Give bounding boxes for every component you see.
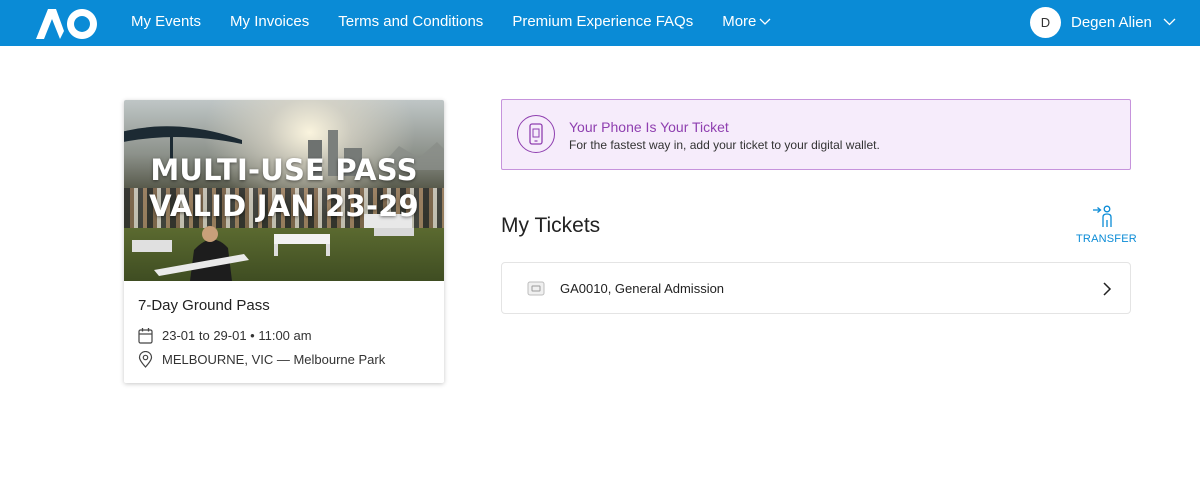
chevron-right-icon	[1103, 282, 1112, 296]
event-image-text: MULTI-USE PASS VALID JAN 23-29	[124, 152, 444, 224]
user-menu[interactable]: D Degen Alien	[1030, 6, 1176, 38]
chevron-down-icon	[1163, 18, 1176, 26]
image-text-line: MULTI-USE PASS	[150, 153, 418, 187]
notice-title: Your Phone Is Your Ticket	[569, 119, 729, 135]
phone-ticket-icon	[517, 115, 555, 153]
nav-my-events[interactable]: My Events	[131, 13, 201, 30]
event-image: MULTI-USE PASS VALID JAN 23-29	[124, 100, 444, 281]
ao-logo[interactable]: AO	[34, 7, 100, 39]
nav-more-dropdown[interactable]: More	[722, 13, 771, 30]
my-tickets-heading: My Tickets	[501, 214, 601, 237]
location-pin-icon	[138, 351, 153, 368]
phone-ticket-notice: Your Phone Is Your Ticket For the fastes…	[501, 99, 1131, 170]
nav-terms-and-conditions[interactable]: Terms and Conditions	[338, 13, 483, 30]
event-location: MELBOURNE, VIC — Melbourne Park	[162, 352, 386, 367]
notice-text: For the fastest way in, add your ticket …	[569, 138, 880, 152]
transfer-icon	[1093, 205, 1112, 227]
image-text-line: VALID JAN 23-29	[149, 189, 419, 223]
event-location-row: MELBOURNE, VIC — Melbourne Park	[138, 351, 385, 368]
event-card[interactable]: MULTI-USE PASS VALID JAN 23-29 7-Day Gro…	[124, 100, 444, 383]
ticket-row[interactable]: GA0010, General Admission	[501, 262, 1131, 314]
transfer-button[interactable]: TRANSFER	[1074, 205, 1137, 247]
top-navigation-bar: AO My Events My Invoices Terms and Condi…	[0, 0, 1200, 46]
event-date: 23-01 to 29-01 • 11:00 am	[162, 328, 312, 343]
transfer-label: TRANSFER	[1076, 233, 1137, 245]
avatar: D	[1030, 6, 1061, 38]
nav-my-invoices[interactable]: My Invoices	[230, 13, 309, 30]
ticket-label: GA0010, General Admission	[560, 281, 725, 296]
phone-icon	[529, 123, 543, 145]
main-nav: My Events My Invoices Terms and Conditio…	[131, 0, 800, 42]
nav-premium-experience-faqs[interactable]: Premium Experience FAQs	[512, 13, 693, 30]
user-name: Degen Alien	[1071, 13, 1152, 31]
nav-more-label: More	[722, 12, 757, 30]
event-date-row: 23-01 to 29-01 • 11:00 am	[138, 327, 312, 344]
ticket-icon	[527, 281, 545, 296]
event-title: 7-Day Ground Pass	[138, 297, 270, 314]
chevron-down-icon	[759, 18, 771, 25]
calendar-icon	[138, 328, 153, 344]
